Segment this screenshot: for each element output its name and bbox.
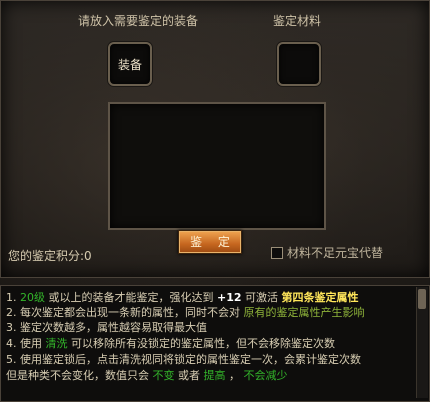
substitute-checkbox[interactable] <box>271 246 283 259</box>
instruction-number: 4. <box>6 337 20 350</box>
instruction-line: 2. 每次鉴定都会出现一条新的属性，同时不会对 原有的鉴定属性产生影响 <box>6 306 365 320</box>
equip-slot[interactable]: 装备 <box>108 42 152 86</box>
equip-slot-title: 请放入需要鉴定的装备 <box>78 14 199 28</box>
instruction-text: +12 <box>217 291 242 304</box>
equip-slot-label: 装备 <box>117 57 142 72</box>
instruction-line: 但是种类不会变化，数值只会 不变 或者 提高 ， 不会减少 <box>6 369 288 383</box>
instruction-text: 使用 <box>20 337 46 350</box>
scrollbar-thumb[interactable] <box>418 289 426 309</box>
instruction-text: 但是种类不会变化，数值只会 <box>6 369 153 382</box>
instruction-text: 不变 <box>152 369 175 382</box>
instruction-line: 5. 使用鉴定锁后，点击清洗视同将锁定的属性鉴定一次，会累计鉴定次数 <box>6 353 361 367</box>
instruction-text: ， <box>225 369 244 382</box>
instruction-text: 20级 <box>20 291 45 304</box>
material-slot-title: 鉴定材料 <box>273 14 322 28</box>
instruction-text: 第四条鉴定属性 <box>281 291 359 304</box>
score-value: :0 <box>80 249 92 263</box>
substitute-toggle[interactable]: 材料不足元宝代替 <box>271 244 383 261</box>
instruction-number: 2. <box>6 306 20 319</box>
material-slot[interactable] <box>277 42 321 86</box>
instruction-text: 不会减少 <box>243 369 288 382</box>
appraise-button[interactable]: 鉴 定 <box>178 230 242 254</box>
instruction-text: 可激活 <box>241 291 282 304</box>
substitute-label: 材料不足元宝代替 <box>287 246 384 260</box>
appraisal-score: 您的鉴定积分:0 <box>8 247 92 264</box>
instruction-text: 原有的鉴定属性产生影响 <box>243 306 365 319</box>
appraisal-result-area <box>108 102 326 230</box>
instruction-text: 提高 <box>203 369 226 382</box>
instruction-number: 1. <box>6 291 20 304</box>
instruction-line: 1. 20级 或以上的装备才能鉴定，强化达到 +12 可激活 第四条鉴定属性 <box>6 291 359 305</box>
instruction-text: 使用鉴定锁后，点击清洗视同将锁定的属性鉴定一次，会累计鉴定次数 <box>20 353 361 366</box>
instruction-number: 5. <box>6 353 20 366</box>
instruction-text: 每次鉴定都会出现一条新的属性，同时不会对 <box>20 306 244 319</box>
instruction-line: 4. 使用 清洗 可以移除所有没锁定的鉴定属性，但不会移除鉴定次数 <box>6 337 335 351</box>
instruction-text: 清洗 <box>45 337 68 350</box>
instruction-text: 可以移除所有没锁定的鉴定属性，但不会移除鉴定次数 <box>67 337 335 350</box>
instruction-number: 3. <box>6 321 20 334</box>
appraisal-panel: 请放入需要鉴定的装备 装备 鉴定材料 鉴 定 您的鉴定积分:0 材料不足元宝代替… <box>0 0 430 402</box>
instruction-line: 3. 鉴定次数越多，属性越容易取得最大值 <box>6 321 207 335</box>
score-label: 您的鉴定积分 <box>8 249 81 263</box>
instruction-text: 或者 <box>174 369 204 382</box>
instruction-text: 鉴定次数越多，属性越容易取得最大值 <box>20 321 207 334</box>
instruction-text: 或以上的装备才能鉴定，强化达到 <box>45 291 217 304</box>
